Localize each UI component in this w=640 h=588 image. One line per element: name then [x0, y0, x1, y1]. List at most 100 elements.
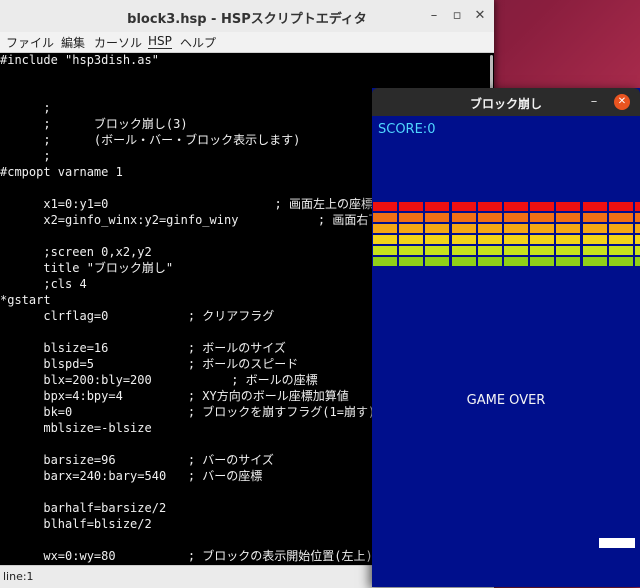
brick [373, 202, 397, 211]
brick [556, 235, 581, 244]
brick [582, 235, 607, 244]
code-line: wx=0:wy=80 ; ブロックの表示開始位置(左上) [0, 549, 373, 563]
code-line: x1=0:y1=0 ; 画面左上の座標 [0, 197, 373, 211]
minimize-icon[interactable]: – [424, 6, 444, 26]
brick [556, 224, 581, 233]
maximize-icon[interactable]: ▫ [447, 6, 467, 26]
code-line: ; [0, 101, 51, 115]
game-titlebar: ブロック崩し – ✕ [372, 88, 640, 116]
brick [477, 202, 502, 211]
brick [530, 202, 555, 211]
brick [373, 257, 397, 266]
brick [635, 213, 640, 222]
game-over-message: GAME OVER [466, 393, 546, 408]
brick [582, 257, 607, 266]
brick [425, 246, 450, 255]
menu-cursor[interactable]: カーソル [94, 34, 142, 51]
brick [373, 235, 397, 244]
brick [608, 257, 633, 266]
brick [608, 235, 633, 244]
code-line: ; ブロック崩し(3) [0, 117, 188, 131]
game-window: ブロック崩し – ✕ SCORE:0 GAME OVER [372, 88, 640, 587]
code-line: x2=ginfo_winx:y2=ginfo_winy ; 画面右下の座標 [0, 213, 417, 227]
brick [556, 213, 581, 222]
code-line: barhalf=barsize/2 [0, 501, 167, 515]
brick [556, 257, 581, 266]
editor-title: block3.hsp - HSPスクリプトエディタ [127, 12, 367, 27]
brick [556, 202, 581, 211]
game-close-icon[interactable]: ✕ [614, 94, 630, 110]
brick [608, 246, 633, 255]
code-line: bpx=4:bpy=4 ; XY方向のボール座標加算値 [0, 389, 349, 403]
close-icon[interactable]: ✕ [470, 6, 490, 26]
brick [635, 202, 640, 211]
brick [477, 246, 502, 255]
menu-file[interactable]: ファイル [6, 34, 54, 51]
code-line: ; [0, 149, 51, 163]
brick [530, 246, 555, 255]
status-line: line:1 [3, 570, 34, 583]
brick [399, 257, 424, 266]
brick [530, 257, 555, 266]
brick [504, 257, 528, 266]
brick [373, 246, 397, 255]
paddle [599, 538, 635, 548]
brick [451, 224, 476, 233]
brick [608, 202, 633, 211]
code-line: title "ブロック崩し" [0, 261, 174, 275]
brick [635, 257, 640, 266]
brick [504, 202, 528, 211]
code-line: blx=200:bly=200 ; ボールの座標 [0, 373, 318, 387]
brick [608, 213, 633, 222]
brick [425, 235, 450, 244]
code-line: ; (ボール・バー・ブロック表示します) [0, 133, 301, 147]
code-line: mblsize=-blsize [0, 421, 152, 435]
code-line: blhalf=blsize/2 [0, 517, 152, 531]
game-minimize-icon[interactable]: – [586, 92, 602, 112]
brick [608, 224, 633, 233]
code-line: ;cls 4 [0, 277, 87, 291]
menu-edit[interactable]: 編集 [61, 34, 85, 51]
code-line: bk=0 ; ブロックを崩すフラグ(1=崩す) [0, 405, 376, 419]
brick [582, 224, 607, 233]
brick [425, 257, 450, 266]
brick [399, 235, 424, 244]
brick [504, 246, 528, 255]
brick [635, 246, 640, 255]
brick [635, 224, 640, 233]
code-line: blsize=16 ; ボールのサイズ [0, 341, 286, 355]
code-line: blspd=5 ; ボールのスピード [0, 357, 299, 371]
code-line: clrflag=0 ; クリアフラグ [0, 309, 275, 323]
brick [504, 213, 528, 222]
code-line: #include "hsp3dish.as" [0, 53, 159, 67]
brick [477, 235, 502, 244]
code-line: barsize=96 ; バーのサイズ [0, 453, 274, 467]
brick [582, 213, 607, 222]
brick [556, 246, 581, 255]
brick [451, 257, 476, 266]
score-label: SCORE:0 [378, 122, 436, 137]
brick [504, 224, 528, 233]
brick [530, 235, 555, 244]
code-line: ;screen 0,x2,y2 [0, 245, 152, 259]
brick [530, 224, 555, 233]
brick [451, 235, 476, 244]
brick [582, 202, 607, 211]
brick [399, 202, 424, 211]
brick [451, 202, 476, 211]
brick [399, 213, 424, 222]
code-line: *gstart [0, 293, 51, 307]
brick [399, 224, 424, 233]
menu-bar: ファイル 編集 カーソル HSP ヘルプ [0, 32, 494, 53]
brick [451, 213, 476, 222]
menu-help[interactable]: ヘルプ [180, 34, 216, 51]
menu-hsp[interactable]: HSP [148, 34, 172, 49]
game-field[interactable]: SCORE:0 GAME OVER [372, 116, 640, 587]
brick [373, 213, 397, 222]
brick [451, 246, 476, 255]
brick [530, 213, 555, 222]
brick [582, 246, 607, 255]
brick [425, 224, 450, 233]
brick [373, 224, 397, 233]
brick [425, 202, 450, 211]
